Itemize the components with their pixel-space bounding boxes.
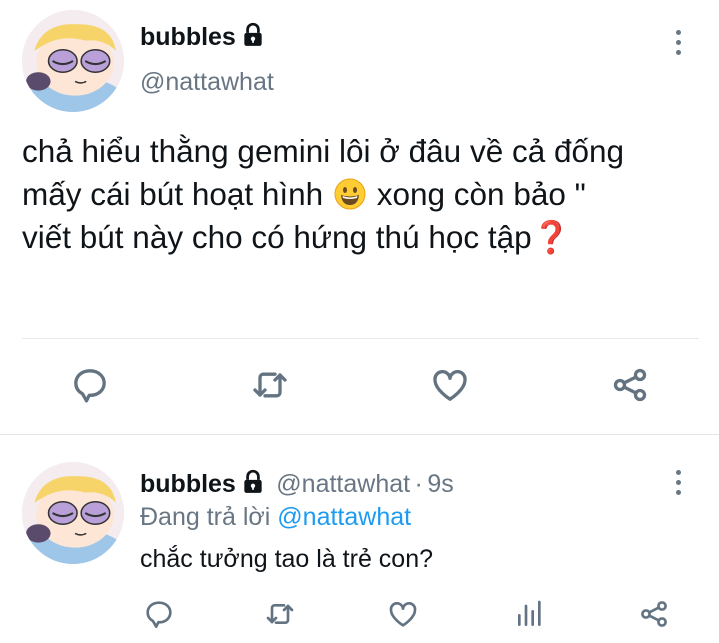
reply-author-handle[interactable]: @nattawhat (276, 470, 410, 498)
analytics-icon[interactable] (514, 598, 546, 630)
replying-to: Đang trả lời @nattawhat (140, 503, 411, 532)
replying-prefix: Đang trả lời (140, 503, 271, 531)
tweet-text: chả hiểu thằng gemini lôi ở đâu về cả đố… (22, 130, 624, 259)
reply-header: bubbles @nattawhat · 9s (140, 469, 454, 499)
reply-share-icon[interactable] (638, 598, 670, 630)
author-name[interactable]: bubbles (140, 22, 266, 52)
more-options-icon[interactable] (666, 22, 690, 62)
reply-timestamp[interactable]: 9s (427, 470, 453, 498)
author-name-text: bubbles (140, 23, 236, 51)
avatar[interactable] (22, 10, 124, 112)
reply-icon[interactable] (70, 365, 110, 405)
reply-text: chắc tưởng tao là trẻ con? (140, 545, 434, 573)
like-icon[interactable] (430, 365, 470, 405)
grinning-face-emoji-icon (334, 178, 366, 210)
divider (22, 338, 699, 339)
retweet-icon[interactable] (250, 365, 290, 405)
reply-retweet-icon[interactable] (264, 598, 296, 630)
lock-icon (240, 22, 266, 48)
reply-reply-icon[interactable] (143, 598, 175, 630)
tweet-line-1: chả hiểu thằng gemini lôi ở đâu về cả đố… (22, 133, 625, 169)
reply-like-icon[interactable] (387, 598, 419, 630)
tweet-line-3-text: viết bút này cho có hứng thú học tập (22, 219, 532, 255)
tweet-line-2a: mấy cái bút hoạt hình (22, 176, 324, 212)
reply-author-name[interactable]: bubbles (140, 470, 236, 498)
section-divider (0, 434, 719, 435)
reply-avatar[interactable] (22, 462, 124, 564)
dot-separator: · (414, 470, 423, 498)
question-mark-emoji: ❓ (531, 219, 571, 255)
lock-icon (240, 469, 266, 495)
author-handle[interactable]: @nattawhat (140, 68, 274, 97)
tweet-line-3: viết bút này cho có hứng thú học tập❓ (22, 216, 624, 259)
share-icon[interactable] (610, 365, 650, 405)
replying-to-link[interactable]: @nattawhat (277, 503, 411, 531)
tweet-line-2b: xong còn bảo " (376, 176, 586, 212)
tweet-line-2: mấy cái bút hoạt hình xong còn bảo " (22, 173, 624, 216)
reply-more-options-icon[interactable] (666, 462, 690, 502)
